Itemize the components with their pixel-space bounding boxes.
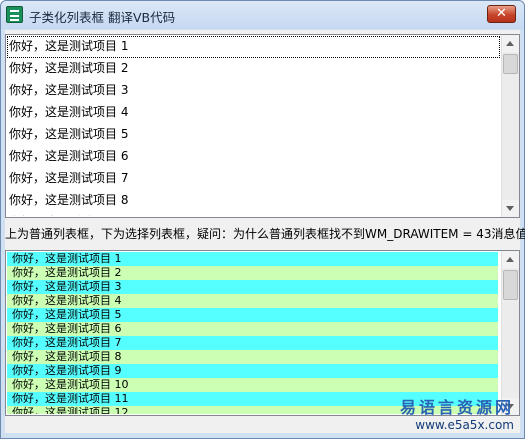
list-item[interactable]: 你好，这是测试项目 8: [7, 350, 498, 364]
close-button[interactable]: ✕: [487, 5, 516, 23]
window-title: 子类化列表框 翻译VB代码: [29, 10, 176, 25]
caption-label: 上为普通列表框，下为选择列表框，疑问：为什么普通列表框找不到WM_DRAWITE…: [5, 227, 525, 241]
scroll-down-icon: [506, 206, 514, 211]
list-item[interactable]: 你好，这是测试项目 9: [7, 364, 498, 378]
watermark-url: www.e5a5x.com: [415, 418, 514, 432]
list-item[interactable]: 你好，这是测试项目 7: [7, 336, 498, 350]
list-item[interactable]: 你好，这是测试项目 6: [7, 146, 500, 168]
list-item[interactable]: 你好，这是测试项目 10: [7, 378, 498, 392]
select-listbox-scrollbar[interactable]: [501, 251, 519, 415]
watermark-name: 易语言资源网: [399, 398, 514, 417]
list-item[interactable]: 你好，这是测试项目 3: [7, 280, 498, 294]
app-icon[interactable]: [6, 6, 23, 23]
list-item[interactable]: 你好，这是测试项目 1: [7, 252, 498, 266]
client-area: 你好，这是测试项目 1 你好，这是测试项目 2 你好，这是测试项目 3 你好，这是测试…: [5, 30, 525, 433]
list-item[interactable]: 你好，这是测试项目 4: [7, 294, 498, 308]
list-item[interactable]: 你好，这是测试项目 2: [7, 58, 500, 80]
select-listbox[interactable]: 你好，这是测试项目 1 你好，这是测试项目 2 你好，这是测试项目 3 你好，这是测试…: [5, 250, 520, 416]
title-bar[interactable]: 子类化列表框 翻译VB代码 ✕: [1, 1, 524, 29]
list-item[interactable]: 你好，这是测试项目 5: [7, 308, 498, 322]
list-item[interactable]: 你好，这是测试项目 5: [7, 124, 500, 146]
close-icon: ✕: [496, 6, 507, 21]
list-item[interactable]: 你好，这是测试项目 9: [7, 212, 500, 216]
select-listbox-items: 你好，这是测试项目 1 你好，这是测试项目 2 你好，这是测试项目 3 你好，这是测试…: [7, 252, 498, 414]
scroll-up-button[interactable]: [502, 35, 519, 52]
scroll-thumb[interactable]: [503, 270, 518, 300]
list-item[interactable]: 你好，这是测试项目 1: [7, 36, 500, 58]
normal-listbox[interactable]: 你好，这是测试项目 1 你好，这是测试项目 2 你好，这是测试项目 3 你好，这是测试…: [5, 34, 520, 218]
list-item[interactable]: 你好，这是测试项目 8: [7, 190, 500, 212]
scroll-up-icon: [506, 41, 514, 46]
list-item[interactable]: 你好，这是测试项目 2: [7, 266, 498, 280]
list-item[interactable]: 你好，这是测试项目 6: [7, 322, 498, 336]
normal-listbox-scrollbar[interactable]: [501, 35, 519, 217]
watermark: 易语言资源网 www.e5a5x.com: [396, 394, 514, 432]
scroll-up-icon: [506, 257, 514, 262]
normal-listbox-items: 你好，这是测试项目 1 你好，这是测试项目 2 你好，这是测试项目 3 你好，这是测试…: [7, 36, 500, 216]
scroll-up-button[interactable]: [502, 251, 519, 268]
list-item[interactable]: 你好，这是测试项目 3: [7, 80, 500, 102]
scroll-thumb[interactable]: [503, 54, 518, 74]
scroll-down-button[interactable]: [502, 200, 519, 217]
list-item[interactable]: 你好，这是测试项目 4: [7, 102, 500, 124]
list-item[interactable]: 你好，这是测试项目 7: [7, 168, 500, 190]
app-window: 子类化列表框 翻译VB代码 ✕ 你好，这是测试项目 1 你好，这是测试项目 2 你好…: [0, 0, 525, 439]
